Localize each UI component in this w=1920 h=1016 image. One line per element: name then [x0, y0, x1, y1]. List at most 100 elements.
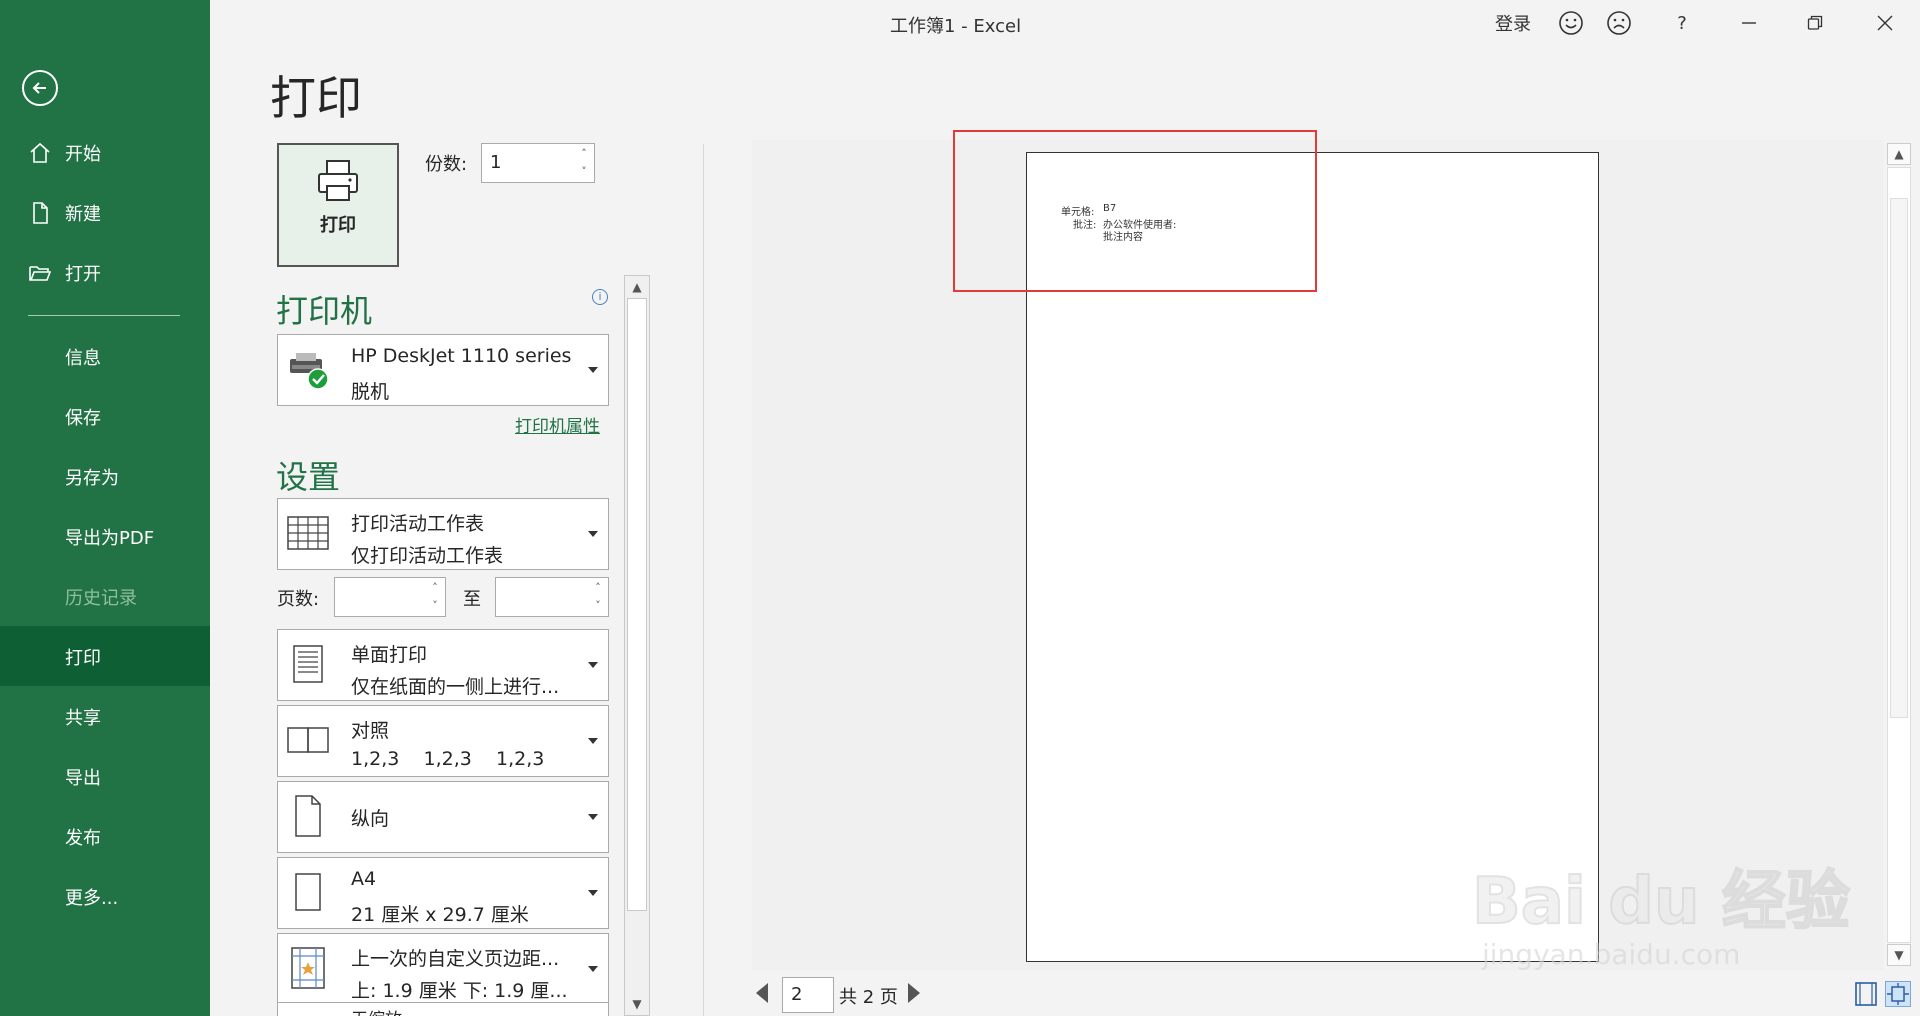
sides-dropdown[interactable]: 单面打印 仅在纸面的一侧上进行... — [277, 629, 609, 701]
sidebar-item-more[interactable]: 更多... — [0, 866, 210, 926]
margins-sub: 上: 1.9 厘米 下: 1.9 厘... — [351, 980, 568, 1002]
sidebar-item-export[interactable]: 导出 — [0, 746, 210, 806]
sidebar-item-new[interactable]: 新建 — [0, 182, 210, 242]
preview-scrollbar[interactable]: ▲ ▼ — [1887, 143, 1911, 967]
collate-sub: 1,2,3 1,2,3 1,2,3 — [351, 748, 545, 770]
total-pages: 共 2 页 — [839, 987, 898, 1008]
paper-size-sub: 21 厘米 x 29.7 厘米 — [351, 904, 529, 926]
sidebar-item-home[interactable]: 开始 — [0, 122, 210, 182]
new-document-icon — [33, 202, 48, 224]
spin-down-icon[interactable]: ˅ — [592, 599, 604, 613]
sidebar-item-label: 保存 — [65, 408, 101, 429]
previous-page-button[interactable] — [756, 983, 768, 1003]
copies-label: 份数: — [425, 154, 468, 175]
scroll-down-icon[interactable]: ▼ — [1887, 944, 1911, 966]
sidebar-item-label: 更多... — [65, 888, 119, 909]
back-arrow-icon — [32, 82, 46, 94]
next-page-button[interactable] — [908, 983, 920, 1003]
scrollbar-thumb[interactable] — [1890, 198, 1908, 718]
sidebar-item-label: 导出为PDF — [65, 528, 155, 549]
settings-scrollbar[interactable]: ▲ ▼ — [624, 275, 650, 1016]
spin-down-icon[interactable]: ˅ — [578, 165, 590, 179]
settings-section-title: 设置 — [276, 458, 341, 496]
copies-value: 1 — [490, 152, 502, 173]
pages-to-input[interactable]: ˄ ˅ — [495, 577, 609, 617]
spin-up-icon[interactable]: ˄ — [578, 147, 590, 161]
close-icon — [1877, 15, 1893, 31]
chevron-down-icon — [588, 814, 598, 820]
chevron-down-icon — [588, 662, 598, 668]
info-icon[interactable]: i — [592, 289, 608, 305]
chevron-down-icon — [588, 966, 598, 972]
chevron-down-icon — [588, 890, 598, 896]
pages-from-input[interactable]: ˄ ˅ — [334, 577, 446, 617]
collate-dropdown[interactable]: 对照 1,2,3 1,2,3 1,2,3 — [277, 705, 609, 777]
scaling-dropdown[interactable]: 无缩放 — [277, 1002, 609, 1016]
printer-ready-icon — [290, 353, 329, 390]
print-scope-sub: 仅打印活动工作表 — [351, 545, 504, 567]
scrollbar-thumb[interactable] — [627, 298, 647, 911]
window-title: 工作簿1 - Excel — [890, 16, 1022, 37]
paper-size-title: A4 — [351, 868, 377, 890]
signin-link[interactable]: 登录 — [1495, 8, 1531, 38]
sidebar-item-label: 共享 — [65, 708, 101, 729]
sidebar-item-history: 历史记录 — [0, 566, 210, 626]
sidebar-item-label: 发布 — [65, 828, 101, 849]
collate-icon — [287, 727, 329, 753]
pages-to-label: 至 — [463, 589, 481, 610]
margins-icon — [291, 947, 325, 989]
frown-feedback-button[interactable] — [1604, 8, 1634, 38]
spin-up-icon[interactable]: ˄ — [429, 581, 441, 595]
print-button[interactable]: 打印 — [277, 143, 399, 267]
sidebar-item-label: 历史记录 — [65, 588, 137, 609]
watermark-logo-text: Bai du 经验 — [1471, 864, 1851, 940]
close-button[interactable] — [1870, 8, 1900, 38]
sidebar-item-label: 开始 — [65, 144, 101, 165]
help-button[interactable]: ? — [1672, 8, 1692, 38]
spin-down-icon[interactable]: ˅ — [429, 599, 441, 613]
printer-dropdown[interactable]: HP DeskJet 1110 series 脱机 — [277, 334, 609, 406]
sidebar-item-save-as[interactable]: 另存为 — [0, 446, 210, 506]
sidebar-item-open[interactable]: 打开 — [0, 242, 210, 302]
annotation-highlight-box — [953, 130, 1317, 292]
paper-size-dropdown[interactable]: A4 21 厘米 x 29.7 厘米 — [277, 857, 609, 929]
scrollbar-track[interactable] — [1887, 167, 1911, 943]
page-number-input[interactable]: 2 — [782, 977, 834, 1013]
paper-size-icon — [295, 873, 321, 911]
sidebar-item-share[interactable]: 共享 — [0, 686, 210, 746]
show-margins-icon — [1855, 982, 1877, 1006]
sidebar-item-label: 导出 — [65, 768, 101, 789]
portrait-page-icon — [295, 795, 321, 837]
printer-section-title: 打印机 — [276, 292, 373, 330]
show-margins-button[interactable] — [1853, 981, 1879, 1007]
printer-name: HP DeskJet 1110 series — [351, 345, 572, 367]
margins-dropdown[interactable]: 上一次的自定义页边距... 上: 1.9 厘米 下: 1.9 厘... — [277, 933, 609, 1005]
minimize-button[interactable] — [1734, 8, 1764, 38]
printer-properties-link[interactable]: 打印机属性 — [515, 412, 600, 437]
sidebar-item-label: 新建 — [65, 204, 101, 225]
orientation-value: 纵向 — [351, 808, 390, 830]
scroll-down-icon[interactable]: ▼ — [627, 994, 647, 1014]
scaling-title: 无缩放 — [351, 1005, 402, 1016]
sides-sub: 仅在纸面的一侧上进行... — [351, 676, 560, 698]
chevron-down-icon — [588, 738, 598, 744]
print-scope-dropdown[interactable]: 打印活动工作表 仅打印活动工作表 — [277, 498, 609, 570]
smile-feedback-button[interactable] — [1556, 8, 1586, 38]
scroll-up-icon[interactable]: ▲ — [1887, 143, 1911, 165]
spin-up-icon[interactable]: ˄ — [592, 581, 604, 595]
sidebar-item-publish[interactable]: 发布 — [0, 806, 210, 866]
back-button[interactable] — [22, 70, 58, 106]
sidebar-item-export-pdf[interactable]: 导出为PDF — [0, 506, 210, 566]
sidebar-item-save[interactable]: 保存 — [0, 386, 210, 446]
copies-stepper[interactable]: 1 ˄ ˅ — [481, 143, 595, 183]
sides-title: 单面打印 — [351, 644, 428, 666]
sidebar-item-info[interactable]: 信息 — [0, 326, 210, 386]
sidebar-divider — [28, 315, 180, 316]
scroll-up-icon[interactable]: ▲ — [627, 277, 647, 297]
sidebar-item-print[interactable]: 打印 — [0, 626, 210, 686]
zoom-to-page-button[interactable] — [1885, 981, 1911, 1007]
orientation-dropdown[interactable]: 纵向 — [277, 781, 609, 853]
baidu-watermark: Bai du 经验 jingyan.baidu.com — [1471, 810, 1851, 1010]
restore-button[interactable] — [1800, 8, 1830, 38]
sidebar-item-label: 信息 — [65, 348, 101, 369]
